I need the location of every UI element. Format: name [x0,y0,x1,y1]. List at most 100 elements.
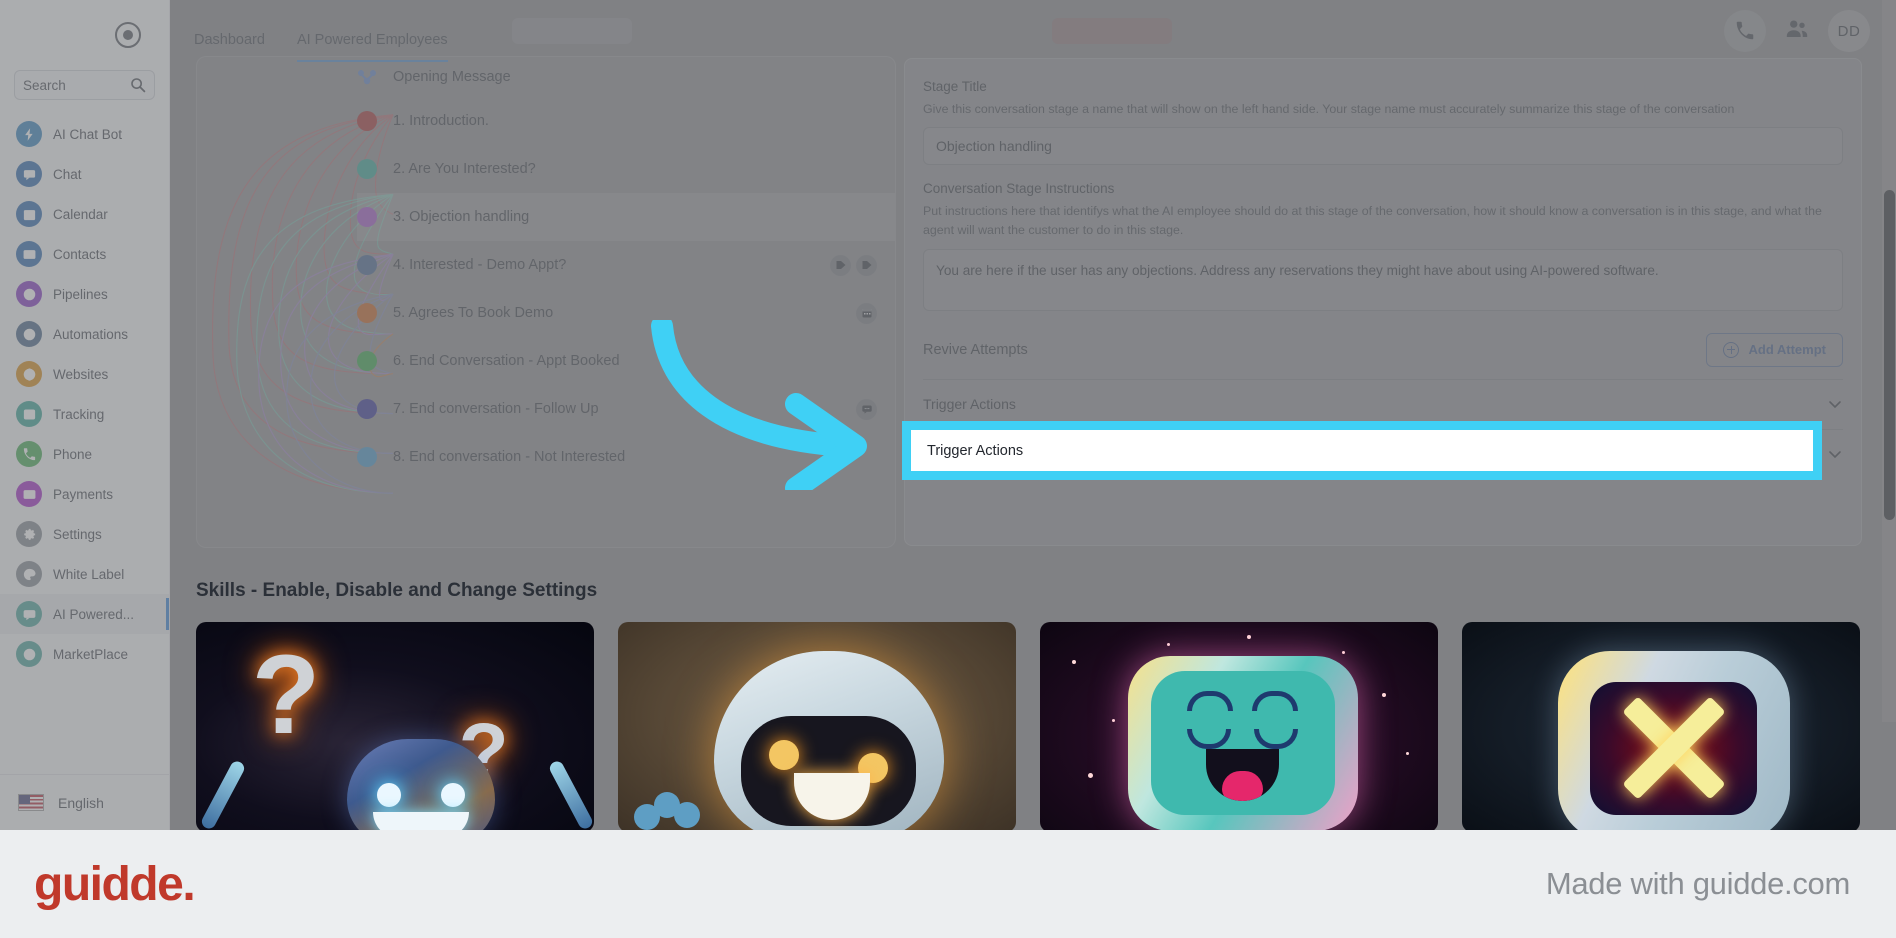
x-tv-robot-card[interactable] [1462,622,1860,830]
stage-node-dot[interactable] [357,255,377,275]
stage-row[interactable]: 7. End conversation - Follow Up [357,385,895,433]
sidebar-item-marketplace[interactable]: MarketPlace [0,634,169,674]
stage-title-label: Stage Title [923,79,987,94]
calendar-icon [862,309,871,318]
stage-row[interactable]: 3. Objection handling [357,193,895,241]
calendar-icon[interactable] [856,302,877,324]
plus-circle-icon [1723,341,1740,358]
instructions-textarea[interactable]: You are here if the user has any objecti… [923,248,1843,311]
sidebar-item-label: Payments [53,486,114,502]
stage-row[interactable]: 5. Agrees To Book Demo [357,289,895,337]
sms-icon[interactable] [856,398,877,420]
stage-title-input[interactable]: Objection handling [923,127,1843,166]
stage-row[interactable]: 2. Are You Interested? [357,145,895,193]
us-flag-icon [18,794,44,811]
search-input[interactable]: Search [14,70,155,100]
add-attempt-button[interactable]: Add Attempt [1706,332,1843,367]
eye-toggle-icon[interactable] [115,22,141,48]
workflow-icon [23,328,35,340]
trigger-actions-highlight[interactable]: Trigger Actions [902,421,1822,480]
sidebar-item-pipelines[interactable]: $ Pipelines [0,274,169,314]
tag-icon[interactable] [830,254,851,276]
stage-row[interactable]: 8. End conversation - Not Interested [357,433,895,481]
sidebar-item-ai-chat-bot[interactable]: AI Chat Bot [0,114,169,154]
ai-chat-icon [16,601,42,627]
language-label: English [58,794,104,811]
sidebar-item-chat[interactable]: Chat [0,154,169,194]
sidebar-item-label: Settings [53,526,102,542]
stage-label: 6. End Conversation - Appt Booked [393,353,620,369]
skills-card-row: ? ? [196,622,1860,830]
workflow-icon [16,321,42,347]
status-pill-placeholder [1051,18,1172,44]
ai-chat-icon [23,609,35,620]
sidebar-item-tracking[interactable]: Tracking [0,394,169,434]
stage-row-icons [856,398,877,420]
language-selector[interactable]: English [0,774,169,830]
top-header: Dashboard AI Powered Employees DD [170,0,1896,62]
sidebar-item-payments[interactable]: Payments [0,474,169,514]
search-icon [131,78,146,93]
fork-node-icon [358,70,376,85]
sidebar-item-ai-powered[interactable]: AI Powered... [0,594,169,634]
stage-row-icons [856,302,877,324]
phone-icon [23,447,35,460]
sidebar-item-settings[interactable]: Settings [0,514,169,554]
stage-node-dot[interactable] [357,207,377,227]
people-icon[interactable] [1784,16,1810,47]
trigger-actions-label: Trigger Actions [927,442,1024,459]
sidebar-item-label: White Label [53,566,125,582]
credit-card-icon [23,489,35,499]
opening-message-row[interactable]: Opening Message [357,57,895,97]
phone-icon[interactable] [1724,10,1766,52]
scrollbar-thumb[interactable] [1884,190,1895,520]
stage-node-dot[interactable] [357,111,377,131]
palette-icon [16,561,42,587]
gear-icon [23,528,35,540]
tag-icon [836,261,845,269]
application-canvas: Search AI Chat Bot Chat Calendar Contacts $ P… [0,0,1896,830]
tag-icon[interactable] [856,254,877,276]
guidde-logo: guidde. [34,857,196,911]
sidebar-item-phone[interactable]: Phone [0,434,169,474]
bulb-icon [16,641,42,667]
page-title-placeholder [511,18,632,44]
sidebar-item-white-label[interactable]: White Label [0,554,169,594]
sidebar-item-label: Phone [53,446,93,462]
header-actions: DD [1724,10,1896,52]
stage-label: 4. Interested - Demo Appt? [393,257,567,273]
bulb-icon [23,648,35,660]
page-scrollbar[interactable] [1882,0,1896,722]
stage-row[interactable]: 4. Interested - Demo Appt? [357,241,895,289]
calendar-icon [23,209,35,220]
happy-tv-robot-card[interactable] [1040,622,1438,830]
stage-row[interactable]: 1. Introduction. [357,97,895,145]
globe-icon [16,361,42,387]
sidebar-item-label: Pipelines [53,286,108,302]
made-with-guidde-text: Made with guidde.com [1545,866,1850,901]
add-attempt-label: Add Attempt [1748,342,1826,358]
sidebar-item-calendar[interactable]: Calendar [0,194,169,234]
sidebar-item-websites[interactable]: Websites [0,354,169,394]
stage-label: 7. End conversation - Follow Up [393,401,599,417]
smiling-robot-card[interactable] [618,622,1016,830]
stage-node-dot[interactable] [357,447,377,467]
main-sidebar: Search AI Chat Bot Chat Calendar Contacts $ P… [0,0,170,830]
dollar-icon: $ [23,288,35,300]
opening-message-label: Opening Message [393,69,511,85]
screen-root: Search AI Chat Bot Chat Calendar Contacts $ P… [0,0,1896,938]
credit-card-icon [16,481,42,507]
avatar[interactable]: DD [1828,10,1870,52]
stage-row[interactable]: 6. End Conversation - Appt Booked [357,337,895,385]
stage-node-dot[interactable] [357,303,377,323]
sidebar-item-automations[interactable]: Automations [0,314,169,354]
sidebar-item-contacts[interactable]: Contacts [0,234,169,274]
stage-node-dot[interactable] [357,159,377,179]
gear-icon [16,521,42,547]
stage-node-dot[interactable] [357,399,377,419]
question-robot-card[interactable]: ? ? [196,622,594,830]
calendar-icon [16,201,42,227]
stage-node-dot[interactable] [357,351,377,371]
palette-icon [23,568,35,580]
dollar-icon: $ [16,281,42,307]
